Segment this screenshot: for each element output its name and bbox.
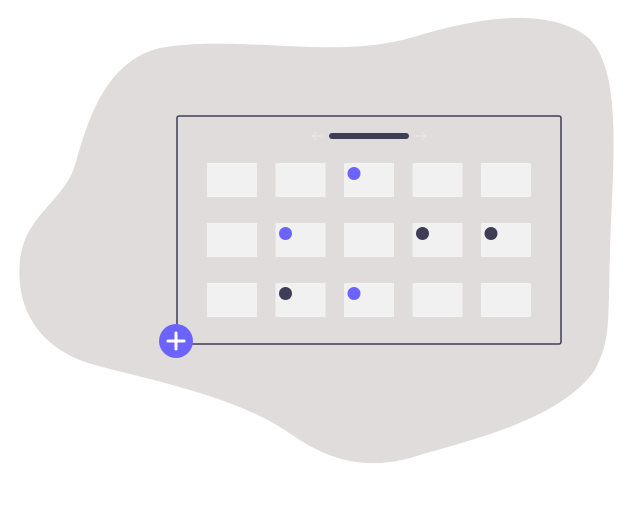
calendar-grid bbox=[207, 163, 531, 317]
calendar-illustration bbox=[19, 17, 614, 464]
event-dot bbox=[347, 287, 361, 300]
month-title-bar bbox=[329, 133, 409, 139]
calendar-day-cell[interactable] bbox=[412, 283, 463, 317]
calendar-day-cell[interactable] bbox=[481, 163, 531, 197]
add-event-button[interactable] bbox=[159, 324, 193, 358]
calendar-day-cell[interactable] bbox=[275, 163, 326, 197]
event-dot bbox=[416, 227, 429, 240]
event-dot bbox=[279, 287, 292, 300]
calendar-day-cell[interactable] bbox=[207, 223, 257, 257]
event-dot bbox=[347, 167, 361, 180]
calendar-day-cell[interactable] bbox=[481, 283, 531, 317]
calendar-day-cell[interactable] bbox=[207, 163, 257, 197]
event-dot bbox=[484, 227, 498, 240]
calendar-day-cell[interactable] bbox=[207, 283, 257, 317]
event-dot bbox=[279, 227, 292, 240]
calendar-day-cell[interactable] bbox=[344, 223, 394, 257]
calendar-day-cell[interactable] bbox=[412, 163, 463, 197]
